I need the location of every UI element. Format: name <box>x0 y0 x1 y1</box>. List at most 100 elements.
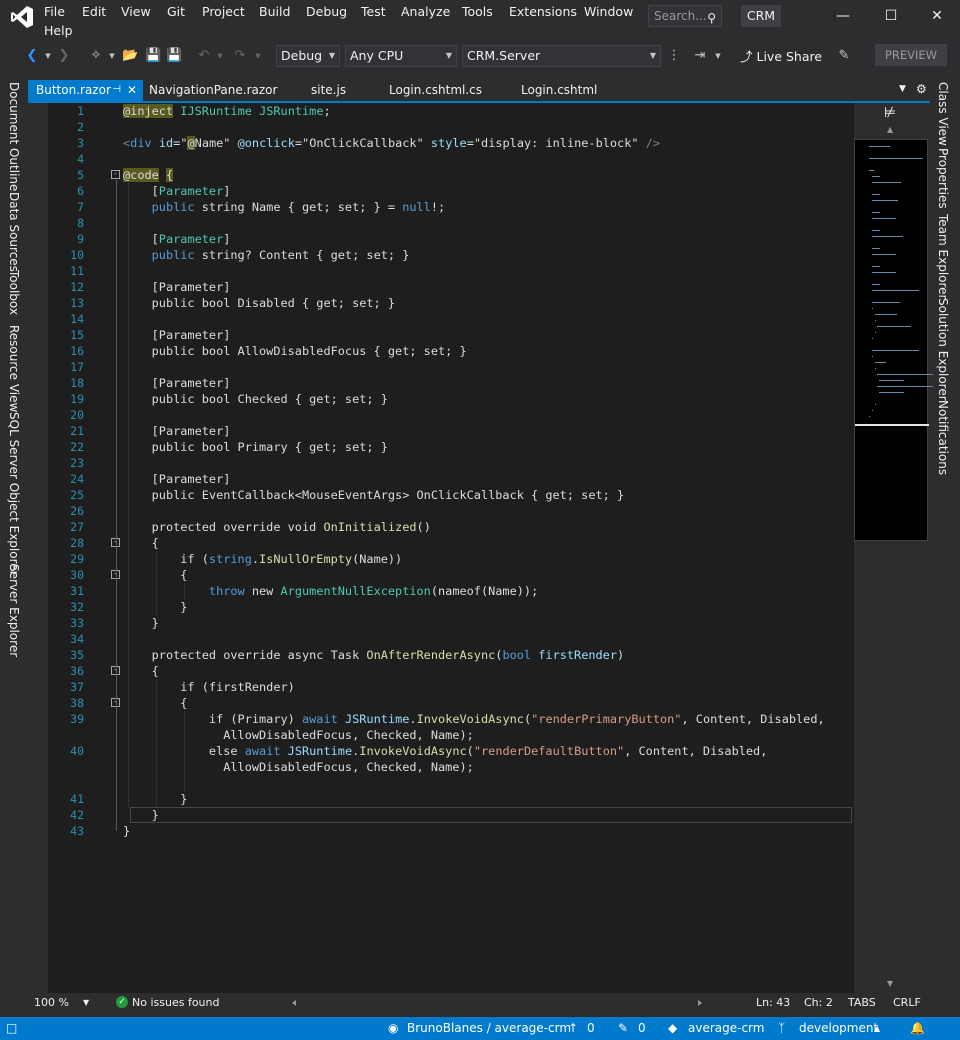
menu-view[interactable]: View <box>121 3 151 21</box>
tab-navigationpane-razor[interactable]: NavigationPane.razor <box>141 80 291 101</box>
tabs-dropdown-icon[interactable]: ▼ <box>899 84 906 94</box>
line-ending[interactable]: CRLF <box>893 995 921 1011</box>
maximize-button[interactable]: ☐ <box>876 4 906 28</box>
tab-site-js[interactable]: site.js <box>303 80 373 101</box>
chevron-up-icon[interactable]: ▲ <box>874 1020 880 1037</box>
step-dropdown-icon[interactable]: ▼ <box>710 48 726 64</box>
attach-icon[interactable]: ⋮ <box>666 48 682 64</box>
menu-project[interactable]: Project <box>202 3 245 21</box>
chevron-down-icon: ▼ <box>649 51 656 60</box>
menu-build[interactable]: Build <box>259 3 290 21</box>
split-editor-icon[interactable]: ⊭ <box>884 105 896 121</box>
close-button[interactable]: ✕ <box>922 4 952 28</box>
check-icon: ✓ <box>116 996 128 1008</box>
preview-button[interactable]: PREVIEW <box>875 44 947 66</box>
ready-icon[interactable]: □ <box>6 1020 17 1037</box>
code-token: div <box>130 136 152 150</box>
platform-select[interactable]: Any CPU ▼ <box>345 45 457 67</box>
tab-properties[interactable]: Properties <box>936 148 950 209</box>
minimize-button[interactable]: — <box>828 4 858 28</box>
char-indicator[interactable]: Ch: 2 <box>804 995 833 1011</box>
minimap[interactable] <box>854 139 934 541</box>
repo-link[interactable]: BrunoBlanes / average-crm <box>407 1020 571 1037</box>
chevron-down-icon[interactable]: ▼ <box>83 995 89 1011</box>
search-input[interactable]: Search... ⚲ <box>648 5 722 27</box>
vertical-scrollbar[interactable]: ⊭ ▲ ▼ <box>854 103 934 993</box>
feedback-icon[interactable]: ✎ <box>836 48 852 64</box>
undo-icon[interactable]: ↶ <box>196 48 212 64</box>
solution-name-badge[interactable]: CRM <box>741 5 781 27</box>
startup-project-select[interactable]: CRM.Server ▼ <box>462 45 661 67</box>
changes-count[interactable]: 0 <box>638 1020 646 1037</box>
menu-file[interactable]: File <box>44 3 65 21</box>
tab-class-view[interactable]: Class View <box>936 82 950 146</box>
indent-mode[interactable]: TABS <box>848 995 876 1011</box>
navigate-forward-icon[interactable]: ❯ <box>56 48 72 64</box>
tab-toolbox[interactable]: Toolbox <box>7 270 21 315</box>
repository-name[interactable]: average-crm <box>688 1020 764 1037</box>
push-icon[interactable]: ↑ <box>568 1020 578 1037</box>
gear-icon[interactable]: ⚙ <box>916 82 927 96</box>
horizontal-scrollbar[interactable] <box>292 999 702 1007</box>
menu-extensions[interactable]: Extensions <box>509 3 577 21</box>
tab-team-explorer[interactable]: Team Explorer <box>936 214 950 300</box>
tab-solution-explorer[interactable]: Solution Explorer <box>936 298 950 401</box>
tab-document-outline[interactable]: Document Outline <box>7 82 21 191</box>
tab-button-razor[interactable]: Button.razor ⊣ ✕ <box>28 80 143 101</box>
tab-sql-server-object-explorer[interactable]: SQL Server Object Explorer <box>7 412 21 576</box>
new-dropdown-icon[interactable]: ▼ <box>104 48 120 64</box>
menu-edit[interactable]: Edit <box>82 3 106 21</box>
visual-studio-logo-icon[interactable] <box>10 5 34 29</box>
menu-window[interactable]: Window <box>584 3 633 21</box>
close-icon[interactable]: ✕ <box>127 80 137 100</box>
issues-status[interactable]: No issues found <box>132 995 219 1011</box>
tab-label: Button.razor <box>36 83 111 97</box>
open-folder-icon[interactable]: 📂 <box>122 48 138 64</box>
minimap-viewport[interactable] <box>855 424 929 426</box>
code-editor[interactable]: 1 2 3 4 5-6 7 8 9 10 11 12 13 14 15 16 17 18 19 20 21 22 23 24… <box>48 103 854 993</box>
pencil-icon[interactable]: ✎ <box>618 1020 628 1037</box>
code-token: bool <box>502 648 532 662</box>
save-icon[interactable]: 💾 <box>145 48 161 64</box>
menu-help[interactable]: Help <box>44 22 73 40</box>
notifications-bell-icon[interactable]: 🔔 <box>910 1020 925 1037</box>
undo-dropdown-icon[interactable]: ▼ <box>212 48 228 64</box>
live-share-button[interactable]: ⤴ Live Share <box>740 49 822 65</box>
branch-name[interactable]: development <box>799 1020 878 1037</box>
code-token: public bool Disabled { get; set; } <box>123 296 396 310</box>
tab-data-sources[interactable]: Data Sources <box>7 192 21 272</box>
tab-login-cshtml[interactable]: Login.cshtml <box>513 80 623 101</box>
configuration-select[interactable]: Debug ▼ <box>276 45 340 67</box>
code-token: ="OnClickCallback" <box>294 136 431 150</box>
tab-login-cshtml-cs[interactable]: Login.cshtml.cs <box>381 80 501 101</box>
push-count[interactable]: 0 <box>587 1020 595 1037</box>
new-project-icon[interactable]: ✧ <box>88 48 104 64</box>
code-line: [Parameter] <box>123 279 231 295</box>
fold-region-line <box>116 580 117 607</box>
code-line: <div id="@Name" @onclick="OnClickCallbac… <box>123 135 660 151</box>
tab-notifications[interactable]: Notifications <box>936 400 950 475</box>
menu-analyze[interactable]: Analyze <box>401 3 450 21</box>
code-token: ArgumentNullException <box>280 584 431 598</box>
menu-debug[interactable]: Debug <box>306 3 347 21</box>
save-all-icon[interactable]: 💾 <box>166 48 182 64</box>
redo-dropdown-icon[interactable]: ▼ <box>250 48 266 64</box>
navigate-back-icon[interactable]: ❮ <box>24 48 40 64</box>
menu-tools[interactable]: Tools <box>462 3 493 21</box>
redo-icon[interactable]: ↷ <box>232 48 248 64</box>
step-icon[interactable]: ⇥ <box>692 48 708 64</box>
code-token: JSRuntime <box>344 712 410 726</box>
tab-resource-view[interactable]: Resource View <box>7 325 21 412</box>
line-number: 34 <box>70 632 84 646</box>
pin-icon[interactable]: ⊣ <box>112 80 121 100</box>
tab-server-explorer[interactable]: Server Explorer <box>7 564 21 657</box>
menu-test[interactable]: Test <box>361 3 386 21</box>
line-indicator[interactable]: Ln: 43 <box>756 995 790 1011</box>
scroll-up-icon[interactable]: ▲ <box>887 125 893 134</box>
scroll-down-icon[interactable]: ▼ <box>887 979 893 988</box>
zoom-level[interactable]: 100 % <box>34 995 69 1011</box>
menu-git[interactable]: Git <box>167 3 185 21</box>
fold-toggle-icon[interactable]: - <box>111 170 120 179</box>
code-token: public <box>151 248 195 262</box>
back-dropdown-icon[interactable]: ▼ <box>40 48 56 64</box>
